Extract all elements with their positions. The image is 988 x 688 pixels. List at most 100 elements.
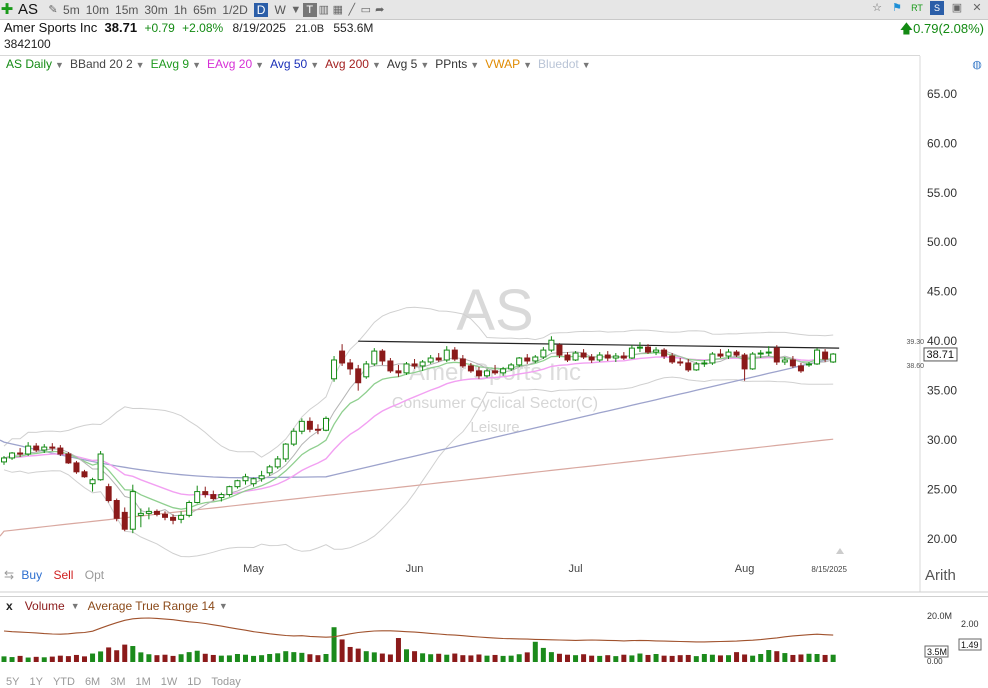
volume-bar (162, 654, 168, 662)
chevron-down-icon[interactable]: ▼ (71, 601, 80, 611)
candle-body (371, 350, 378, 365)
volume-bar (210, 654, 216, 662)
volume-bar (436, 653, 442, 662)
price-tag-high: 39.30 (906, 339, 924, 346)
candle (49, 443, 56, 452)
atr-line (3, 617, 834, 643)
x-tick-label: Aug (735, 563, 755, 575)
chevron-down-icon[interactable]: ▼ (219, 601, 228, 611)
volume-bar (645, 654, 651, 662)
candle-body (9, 452, 16, 459)
close-pane-button[interactable]: x (6, 599, 13, 613)
candle-body (411, 363, 418, 367)
volume-bar (653, 654, 659, 662)
candle-body (403, 363, 410, 374)
candle (186, 500, 193, 518)
volume-bar (629, 655, 635, 662)
candle (202, 486, 209, 498)
candle-body (588, 356, 595, 361)
candle-body (290, 430, 297, 445)
candle-body (516, 357, 523, 366)
volume-study[interactable]: Volume (25, 599, 65, 613)
volume-bar (331, 627, 337, 662)
candle (121, 507, 128, 532)
candle-body (435, 357, 442, 361)
sell-button[interactable]: Sell (53, 568, 73, 582)
range-1w[interactable]: 1W (161, 676, 178, 688)
candle (81, 469, 88, 478)
range-ytd[interactable]: YTD (53, 676, 75, 688)
candle-body (749, 353, 756, 370)
candle-body (814, 349, 821, 365)
volume-bar (782, 653, 788, 662)
candle-body (508, 364, 515, 370)
volume-bar (766, 650, 772, 662)
candle-body (459, 358, 466, 367)
candle-body (741, 354, 748, 370)
volume-bar (299, 652, 305, 662)
volume-bar (717, 655, 723, 662)
option-button[interactable]: Opt (85, 568, 104, 582)
volume-bar (492, 654, 498, 662)
volume-bar (581, 654, 587, 662)
candle (226, 485, 233, 497)
volume-bar (202, 653, 208, 662)
candle-body (806, 363, 812, 366)
volume-bar (774, 651, 780, 662)
candle (25, 442, 32, 456)
scale-mode[interactable]: Arith (925, 567, 956, 584)
candle-body (298, 420, 305, 432)
volume-bar (275, 653, 281, 662)
candle (371, 348, 378, 366)
range-3m[interactable]: 3M (110, 676, 125, 688)
range-5y[interactable]: 5Y (6, 676, 19, 688)
volume-bar (484, 655, 490, 662)
candle-body (81, 471, 88, 478)
candle-body (419, 361, 426, 367)
atr-study[interactable]: Average True Range 14 (88, 599, 215, 613)
volume-bar (556, 653, 562, 662)
candle-body (797, 365, 804, 372)
volume-bar (565, 654, 570, 662)
volume-bar (114, 650, 120, 662)
volume-bar (621, 654, 627, 662)
candle-body (194, 491, 201, 503)
range-1d[interactable]: 1D (187, 676, 201, 688)
candle (73, 460, 80, 474)
volume-bar (371, 652, 377, 662)
volume-bar (283, 651, 289, 662)
lower-pane-bar: x Volume ▼ Average True Range 14 ▼ (0, 596, 988, 615)
candle-body (717, 353, 724, 357)
candle (628, 345, 635, 359)
volume-bar (41, 657, 47, 662)
candle-body (57, 447, 64, 455)
y-tick-label: 45.00 (927, 285, 957, 299)
candle (773, 345, 780, 365)
volume-bar (806, 653, 812, 662)
volume-bar (412, 651, 418, 662)
y-tick-label: 40.00 (927, 334, 957, 348)
candle-body (765, 351, 772, 354)
range-today[interactable]: Today (211, 676, 240, 688)
buy-button[interactable]: Buy (21, 568, 42, 582)
candle-body (757, 352, 764, 355)
scroll-marker-icon (836, 548, 844, 554)
candle (57, 445, 64, 456)
candle (323, 416, 329, 432)
volume-bar (259, 655, 265, 662)
volume-bar (693, 656, 699, 662)
y-tick-label: 30.00 (927, 433, 957, 447)
candle (596, 352, 603, 362)
range-1m[interactable]: 1M (136, 676, 151, 688)
candle-body (693, 363, 700, 371)
candle (709, 352, 716, 365)
volume-bar (65, 656, 71, 662)
volume-bar (814, 654, 820, 662)
candle-body (162, 513, 168, 518)
volume-bar (98, 651, 104, 662)
range-6m[interactable]: 6M (85, 676, 100, 688)
volume-bar (734, 652, 740, 662)
price-chart[interactable]: ASAmer Sports IncConsumer Cyclical Secto… (0, 0, 988, 684)
range-1y[interactable]: 1Y (29, 676, 42, 688)
candle-body (178, 514, 185, 520)
